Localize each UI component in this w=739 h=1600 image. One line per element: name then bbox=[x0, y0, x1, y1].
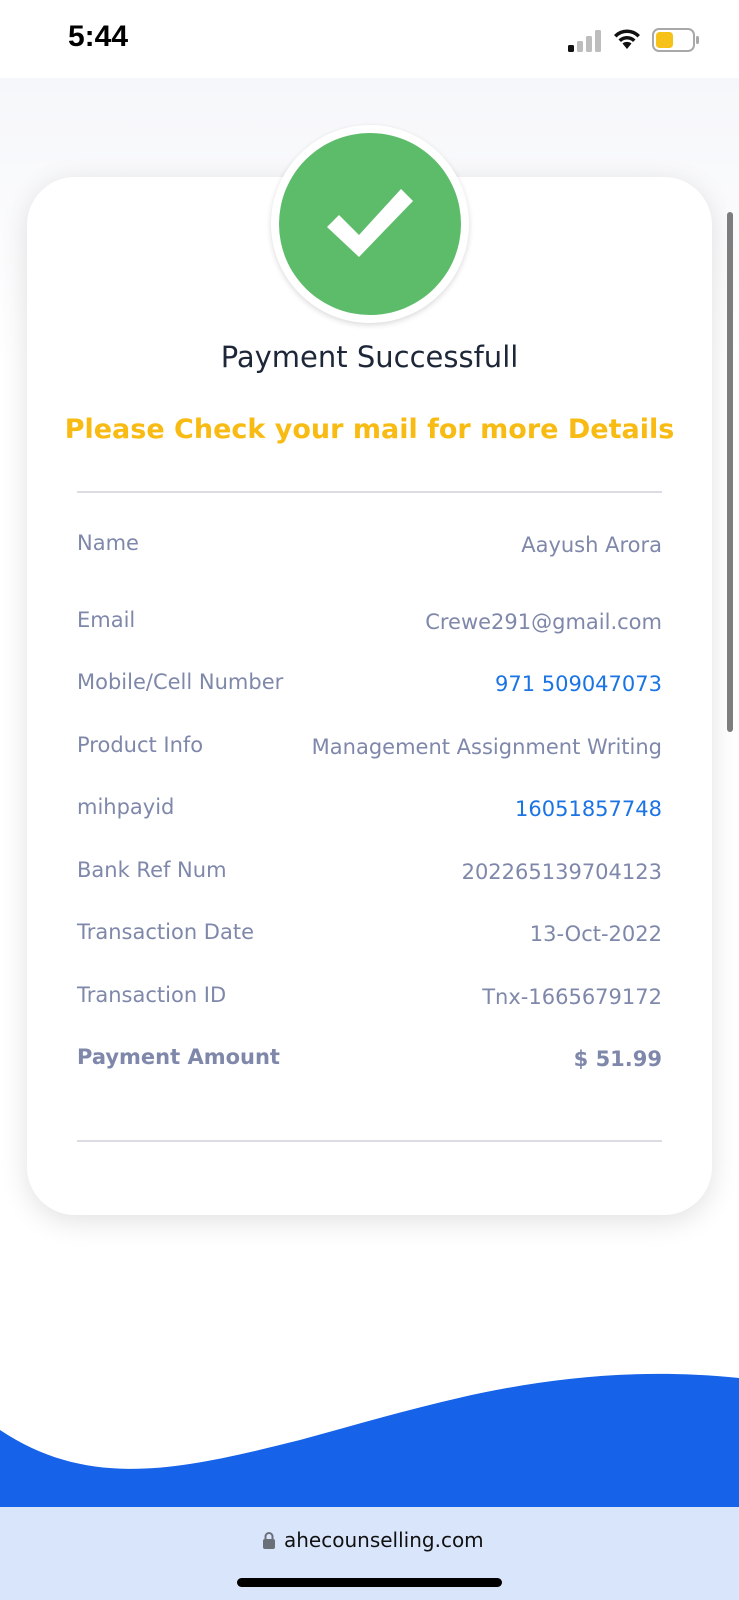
row-mobile: Mobile/Cell Number 971 509047073 bbox=[77, 670, 662, 710]
row-value: Crewe291@gmail.com bbox=[425, 610, 662, 634]
page-title: Payment Successfull bbox=[220, 340, 519, 374]
row-email: Email Crewe291@gmail.com bbox=[77, 608, 662, 648]
row-name: Name Aayush Arora bbox=[77, 531, 662, 571]
row-product-info: Product Info Management Assignment Writi… bbox=[77, 733, 662, 773]
mihpayid-link[interactable]: 16051857748 bbox=[515, 797, 662, 821]
battery-icon bbox=[652, 28, 699, 52]
row-value: Aayush Arora bbox=[521, 533, 662, 557]
row-label: Email bbox=[77, 608, 136, 632]
row-value: 13-Oct-2022 bbox=[529, 922, 662, 946]
row-label: Product Info bbox=[77, 733, 204, 757]
row-bank-ref: Bank Ref Num 202265139704123 bbox=[77, 858, 662, 898]
phone-link[interactable]: 971 509047073 bbox=[495, 672, 662, 696]
row-label: Transaction Date bbox=[77, 920, 255, 944]
row-transaction-date: Transaction Date 13-Oct-2022 bbox=[77, 920, 662, 960]
url-text[interactable]: ahecounselling.com bbox=[284, 1528, 484, 1552]
row-value: Management Assignment Writing bbox=[311, 735, 662, 759]
check-icon bbox=[327, 189, 413, 257]
signal-icon bbox=[568, 30, 601, 52]
row-label: Payment Amount bbox=[77, 1045, 280, 1069]
lock-icon bbox=[263, 1532, 275, 1549]
divider bbox=[77, 491, 662, 493]
row-payment-amount: Payment Amount $ 51.99 bbox=[77, 1045, 662, 1085]
row-transaction-id: Transaction ID Tnx-1665679172 bbox=[77, 983, 662, 1023]
row-label: mihpayid bbox=[77, 795, 175, 819]
row-value: 202265139704123 bbox=[461, 860, 662, 884]
scroll-indicator[interactable] bbox=[727, 212, 733, 732]
decorative-wave bbox=[0, 1373, 739, 1510]
success-circle bbox=[279, 133, 461, 315]
payment-amount-value: $ 51.99 bbox=[573, 1047, 662, 1071]
row-value: Tnx-1665679172 bbox=[482, 985, 662, 1009]
status-time: 5:44 bbox=[68, 20, 129, 53]
row-label: Name bbox=[77, 531, 139, 555]
mail-notice: Please Check your mail for more Details bbox=[64, 414, 675, 445]
row-label: Mobile/Cell Number bbox=[77, 670, 284, 694]
home-indicator[interactable] bbox=[237, 1578, 502, 1587]
row-mihpayid: mihpayid 16051857748 bbox=[77, 795, 662, 835]
divider bbox=[77, 1140, 662, 1142]
browser-address-bar[interactable]: ahecounselling.com bbox=[0, 1507, 739, 1600]
status-bar: 5:44 bbox=[0, 0, 739, 78]
success-badge bbox=[271, 125, 469, 323]
wifi-icon bbox=[614, 29, 640, 49]
row-label: Transaction ID bbox=[77, 983, 227, 1007]
row-label: Bank Ref Num bbox=[77, 858, 227, 882]
